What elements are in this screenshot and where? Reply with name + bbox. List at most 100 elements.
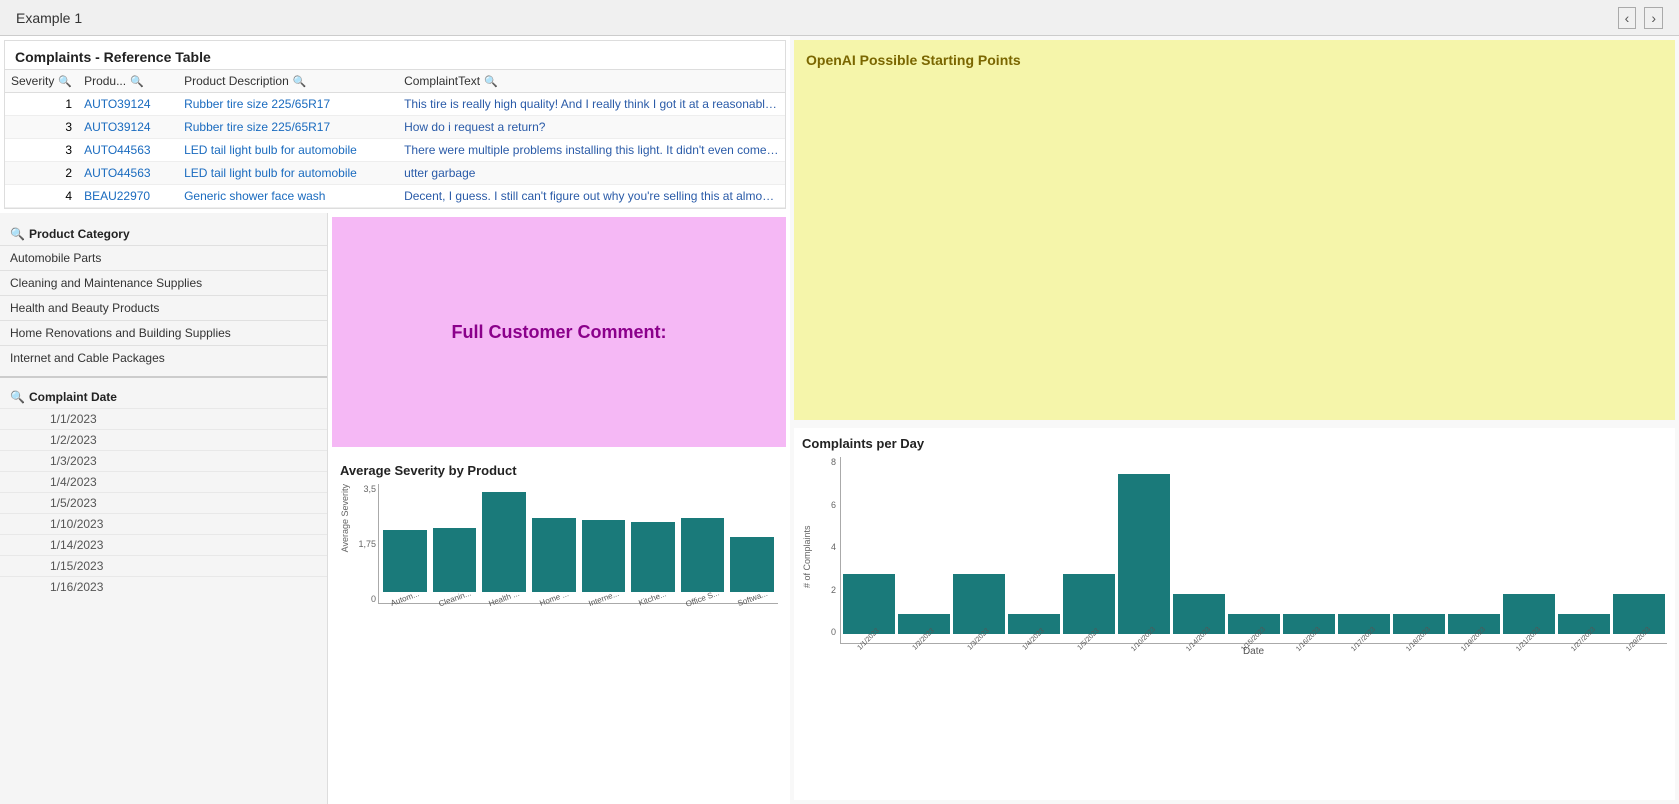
nav-buttons: ‹ › [1618,7,1663,29]
cpd-bar [1063,574,1115,634]
date-item[interactable]: 1/5/2023 [0,492,327,513]
avg-bar [681,518,725,592]
category-item[interactable]: Automobile Parts [0,245,327,270]
date-item[interactable]: 1/16/2023 [0,576,327,597]
description-cell: LED tail light bulb for automobile [178,162,398,185]
category-item[interactable]: Cleaning and Maintenance Supplies [0,270,327,295]
complaint-cell: There were multiple problems installing … [398,139,785,162]
date-item[interactable]: 1/10/2023 [0,513,327,534]
description-cell: Rubber tire size 225/65R17 [178,93,398,116]
ref-table-body: 1 AUTO39124 Rubber tire size 225/65R17 T… [5,93,785,208]
cpd-y-label: 6 [812,500,836,510]
category-list: Automobile PartsCleaning and Maintenance… [0,245,327,370]
product-cell: AUTO44563 [78,162,178,185]
cpd-bar-group: 1/2/2023 [898,614,950,643]
prev-button[interactable]: ‹ [1618,7,1637,29]
ref-table: Severity 🔍 Produ... 🔍 [5,69,785,208]
avg-bar-group: Kitche... [631,522,675,603]
table-row[interactable]: 4 BEAU22970 Generic shower face wash Dec… [5,185,785,208]
product-search-icon[interactable]: 🔍 [130,75,144,88]
avg-severity-title: Average Severity by Product [340,463,778,478]
title-bar: Example 1 ‹ › [0,0,1679,36]
cpd-bar-group: 1/5/2023 [1063,574,1115,643]
cpd-bar-group: 1/3/2023 [953,574,1005,643]
cpd-y-label: 2 [812,585,836,595]
cpd-bar-group: 1/29/2023 [1613,594,1665,643]
severity-cell: 4 [5,185,78,208]
cpd-bar [843,574,895,634]
ref-table-title: Complaints - Reference Table [5,41,785,69]
table-row[interactable]: 3 AUTO39124 Rubber tire size 225/65R17 H… [5,116,785,139]
middle-bottom: Full Customer Comment: Average Severity … [328,213,790,804]
cpd-bar [1008,614,1060,634]
cpd-bar [1118,474,1170,634]
col-description: Product Description 🔍 [178,70,398,93]
complaint-cell: Decent, I guess. I still can't figure ou… [398,185,785,208]
avg-bar [631,522,675,592]
cpd-bar [1173,594,1225,634]
date-filter-title: 🔍 Complaint Date [0,384,327,408]
bottom-left: 🔍 Product Category Automobile PartsClean… [0,213,790,804]
cpd-chart-area: # of Complaints 86420 1/1/2023 1/2/2023 … [802,457,1667,657]
severity-search-icon[interactable]: 🔍 [58,75,72,88]
cpd-bar-group: 1/16/2023 [1283,614,1335,643]
complaint-search-icon[interactable]: 🔍 [484,75,498,88]
date-item[interactable]: 1/15/2023 [0,555,327,576]
category-item[interactable]: Home Renovations and Building Supplies [0,320,327,345]
avg-bar [433,528,477,592]
complaint-cell: utter garbage [398,162,785,185]
cpd-bar [1448,614,1500,634]
avg-bar [383,530,427,592]
date-item[interactable]: 1/4/2023 [0,471,327,492]
table-row[interactable]: 2 AUTO44563 LED tail light bulb for auto… [5,162,785,185]
avg-bars-area: Autom... Cleanin... Health ... Home ... … [378,484,778,604]
full-comment-title: Full Customer Comment: [451,322,666,343]
date-item[interactable]: 1/2/2023 [0,429,327,450]
table-row[interactable]: 3 AUTO44563 LED tail light bulb for auto… [5,139,785,162]
cpd-bar [1393,614,1445,634]
cpd-y-label: 0 [812,627,836,637]
next-button[interactable]: › [1644,7,1663,29]
date-item[interactable]: 1/14/2023 [0,534,327,555]
cpd-bar-group: 1/14/2023 [1173,594,1225,643]
complaints-per-day-box: Complaints per Day # of Complaints 86420… [794,428,1675,800]
avg-bar [482,492,526,592]
col-complaint: ComplaintText 🔍 [398,70,785,93]
main-layout: Complaints - Reference Table Severity 🔍 [0,36,1679,804]
severity-cell: 3 [5,139,78,162]
cpd-bar-group: 1/1/2023 [843,574,895,643]
avg-bar-group: Home ... [532,518,576,603]
y-label-1-75: 1,75 [352,539,376,549]
cpd-y-label: 4 [812,542,836,552]
avg-bar-group: Autom... [383,530,427,603]
cpd-bar [1338,614,1390,634]
cpd-bar [953,574,1005,634]
filter-divider [0,376,327,378]
category-item[interactable]: Health and Beauty Products [0,295,327,320]
cpd-y-labels: 86420 [812,457,836,657]
date-item[interactable]: 1/3/2023 [0,450,327,471]
complaint-cell: How do i request a return? [398,116,785,139]
cpd-bar-group: 1/15/2023 [1228,614,1280,643]
avg-severity-y-title: Average Severity [340,484,350,552]
product-cell: AUTO39124 [78,116,178,139]
description-search-icon[interactable]: 🔍 [293,75,307,88]
description-cell: Rubber tire size 225/65R17 [178,116,398,139]
date-item[interactable]: 1/1/2023 [0,408,327,429]
cpd-bar [1228,614,1280,634]
reference-table-section: Complaints - Reference Table Severity 🔍 [4,40,786,209]
avg-severity-box: Average Severity by Product Average Seve… [332,455,786,800]
filter-panel: 🔍 Product Category Automobile PartsClean… [0,213,328,804]
avg-bar [730,537,774,592]
date-list: 1/1/20231/2/20231/3/20231/4/20231/5/2023… [0,408,327,597]
table-row[interactable]: 1 AUTO39124 Rubber tire size 225/65R17 T… [5,93,785,116]
right-panel: OpenAI Possible Starting Points Complain… [790,36,1679,804]
severity-cell: 1 [5,93,78,116]
cpd-bars-wrap: 1/1/2023 1/2/2023 1/3/2023 1/4/2023 1/5/… [840,457,1667,657]
category-filter-title: 🔍 Product Category [0,221,327,245]
cpd-bar-group: 1/21/2023 [1503,594,1555,643]
cpd-y-axis-title: # of Complaints [802,457,812,657]
avg-bar-group: Cleanin... [433,528,477,603]
category-item[interactable]: Internet and Cable Packages [0,345,327,370]
avg-bar-group: Interne... [582,520,626,603]
